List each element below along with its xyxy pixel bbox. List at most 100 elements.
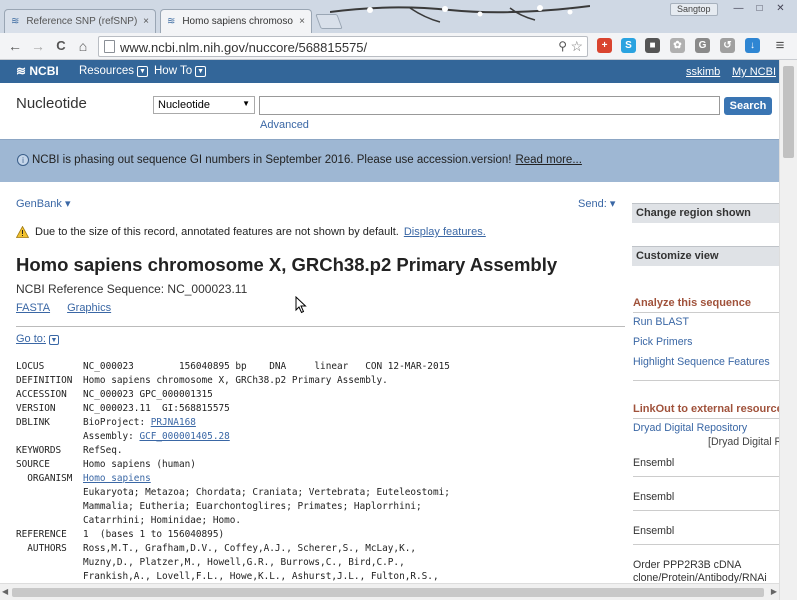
genbank-key: KEYWORDS (16, 445, 62, 456)
genbank-value-text: Frankish,A., Lovell,F.L., Howe,K.L., Ash… (83, 571, 439, 582)
genbank-link[interactable]: Homo sapiens (83, 473, 151, 484)
info-icon: i (17, 154, 29, 166)
address-bar[interactable]: www.ncbi.nlm.nih.gov/nuccore/568815575/ … (98, 36, 588, 57)
fasta-link[interactable]: FASTA (16, 302, 50, 314)
g-extension-icon[interactable]: G (695, 38, 710, 53)
zoom-icon[interactable]: ⚲ (558, 39, 567, 53)
change-region-header[interactable]: Change region shown (632, 203, 779, 223)
home-icon[interactable]: ⌂ (74, 37, 92, 55)
tab-homo-sapiens[interactable]: ≋ Homo sapiens chromoso × (160, 9, 312, 33)
scroll-left-icon[interactable]: ◀ (2, 587, 8, 596)
bookmark-star-icon[interactable]: ☆ (570, 38, 583, 55)
genbank-value-text: NC_000023 156040895 bp DNA linear CON 12… (83, 361, 450, 372)
database-select-value: Nucleotide (158, 99, 210, 111)
minimize-icon[interactable]: — (728, 2, 749, 16)
format-menu[interactable]: GenBank ▾ (16, 197, 70, 210)
database-select[interactable]: Nucleotide ▼ (153, 96, 255, 114)
format-label: GenBank (16, 198, 62, 210)
genbank-link[interactable]: GCF_000001405.28 (139, 431, 229, 442)
graphics-link[interactable]: Graphics (67, 302, 111, 314)
ncbi-logo-text: NCBI (29, 64, 59, 78)
genbank-value-text: Eukaryota; Metazoa; Chordata; Craniata; … (83, 487, 450, 498)
genbank-value-text: BioProject: (83, 417, 151, 428)
genbank-flatfile: LOCUS NC_000023 156040895 bp DNA linear C… (16, 360, 450, 584)
genbank-value: 1 (bases 1 to 156040895) (83, 528, 224, 542)
resources-menu[interactable]: Resources ▼ (79, 65, 148, 77)
send-menu[interactable]: Send: ▾ (578, 197, 615, 210)
forward-icon[interactable]: → (29, 37, 47, 55)
maximize-icon[interactable]: □ (749, 2, 770, 16)
divider (633, 380, 779, 381)
ncbi-favicon-icon: ≋ (167, 16, 176, 27)
size-warning: Due to the size of this record, annotate… (16, 226, 486, 238)
vertical-scrollbar[interactable] (779, 60, 797, 600)
run-blast-link[interactable]: Run BLAST (633, 316, 779, 328)
genbank-key: VERSION (16, 403, 56, 414)
warning-icon (16, 226, 29, 238)
read-more-link[interactable]: Read more... (515, 154, 581, 166)
puzzle-extension-icon[interactable]: ■ (645, 38, 660, 53)
scrollbar-thumb[interactable] (12, 588, 764, 597)
menu-icon[interactable]: ≡ (771, 37, 789, 55)
howto-menu[interactable]: How To ▼ (154, 65, 207, 77)
flower-extension-icon[interactable]: ✿ (670, 38, 685, 53)
genbank-row: Muzny,D., Platzer,M., Howell,G.R., Burro… (16, 556, 450, 570)
url-text[interactable]: www.ncbi.nlm.nih.gov/nuccore/568815575/ (120, 40, 367, 55)
database-title: Nucleotide (16, 95, 87, 112)
dryad-link[interactable]: Dryad Digital Repository (633, 422, 779, 434)
close-tab-icon[interactable]: × (299, 16, 305, 27)
ensembl-link[interactable]: Ensembl (633, 525, 779, 537)
mouse-cursor-icon (295, 296, 307, 314)
scroll-right-icon[interactable]: ▶ (771, 587, 777, 596)
genbank-key: ACCESSION (16, 389, 67, 400)
genbank-value: BioProject: PRJNA168 (83, 416, 196, 430)
download-extension-icon[interactable]: ↓ (745, 38, 760, 53)
advanced-search-link[interactable]: Advanced (260, 119, 309, 131)
profile-badge[interactable]: Sangtop (670, 3, 718, 16)
ncbi-logo[interactable]: ≋ NCBI (16, 64, 59, 78)
dryad-sub: [Dryad Digital R (708, 436, 779, 448)
genbank-value: Assembly: GCF_000001405.28 (83, 430, 230, 444)
my-ncbi-link[interactable]: My NCBI (732, 66, 776, 78)
genbank-row: Eukaryota; Metazoa; Chordata; Craniata; … (16, 486, 450, 500)
pick-primers-link[interactable]: Pick Primers (633, 336, 779, 348)
username-link[interactable]: sskimb (686, 66, 720, 78)
genbank-value: Muzny,D., Platzer,M., Howell,G.R., Burro… (83, 556, 405, 570)
genbank-link[interactable]: PRJNA168 (151, 417, 196, 428)
skype-extension-icon[interactable]: S (621, 38, 636, 53)
close-window-icon[interactable]: ✕ (770, 2, 791, 16)
genbank-key (16, 514, 83, 528)
reload-icon[interactable]: C (52, 37, 70, 55)
search-button[interactable]: Search (724, 97, 772, 115)
goto-menu[interactable]: Go to: ▼ (16, 333, 59, 345)
chevron-down-icon: ▾ (609, 198, 616, 210)
ensembl-link[interactable]: Ensembl (633, 457, 779, 469)
close-tab-icon[interactable]: × (143, 16, 149, 27)
order-cdna-link[interactable]: Order PPP2R3B cDNA (633, 559, 779, 571)
genbank-value: NC_000023.11 GI:568815575 (83, 402, 230, 416)
back-icon[interactable]: ← (6, 37, 24, 55)
record-title: Homo sapiens chromosome X, GRCh38.p2 Pri… (16, 254, 558, 275)
horizontal-scrollbar[interactable]: ◀ ▶ (0, 583, 779, 600)
scrollbar-thumb[interactable] (783, 66, 794, 158)
tab-refsnp[interactable]: ≋ Reference SNP (refSNP) C × (4, 9, 156, 33)
divider (633, 544, 779, 545)
dropdown-arrow-icon: ▼ (242, 99, 250, 108)
customize-view-header[interactable]: Customize view (632, 246, 779, 266)
arrow-extension-icon[interactable]: ↺ (720, 38, 735, 53)
howto-label: How To (154, 65, 193, 77)
genbank-row: ACCESSION NC_000023 GPC_000001315 (16, 388, 450, 402)
genbank-row: Catarrhini; Hominidae; Homo. (16, 514, 450, 528)
genbank-value-text: Homo sapiens chromosome X, GRCh38.p2 Pri… (83, 375, 388, 386)
genbank-key (16, 570, 83, 584)
display-features-link[interactable]: Display features. (404, 226, 486, 238)
search-input[interactable] (259, 96, 720, 115)
plus-extension-icon[interactable]: + (597, 38, 612, 53)
highlight-features-link[interactable]: Highlight Sequence Features (633, 356, 779, 368)
ensembl-link[interactable]: Ensembl (633, 491, 779, 503)
divider (633, 312, 779, 313)
chevron-down-icon: ▼ (136, 66, 148, 77)
ncbi-favicon-icon: ≋ (11, 16, 20, 27)
browser-window: ≋ Reference SNP (refSNP) C × ≋ Homo sapi… (0, 0, 797, 600)
send-label: Send: (578, 198, 607, 210)
